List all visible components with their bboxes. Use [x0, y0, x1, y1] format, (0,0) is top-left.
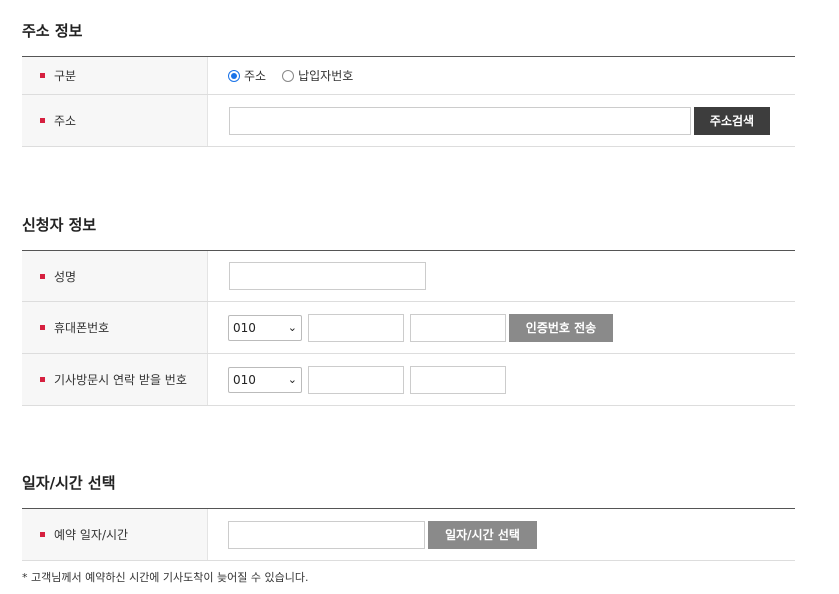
date-label: 예약 일자/시간: [22, 509, 208, 560]
type-options: 주소 납입자번호: [208, 57, 795, 94]
phone-last-input[interactable]: [410, 313, 506, 342]
radio-parcel[interactable]: 납입자번호: [282, 67, 353, 84]
type-label-text: 구분: [54, 69, 77, 83]
address-search-button[interactable]: 주소검색: [694, 106, 770, 135]
schedule-section-title: 일자/시간 선택: [22, 474, 116, 492]
phone-label: 휴대폰번호: [22, 302, 208, 353]
applicant-section-title: 신청자 정보: [22, 216, 97, 234]
phone-row: 휴대폰번호 010 ⌄ 인증번호 전송: [22, 302, 795, 354]
phone-body: 010 ⌄ 인증번호 전송: [208, 302, 795, 353]
address-form-table: 구분 주소 납입자번호 주소 주소검색: [22, 56, 795, 147]
select-date-time-button[interactable]: 일자/시간 선택: [428, 520, 537, 549]
address-label: 주소: [22, 95, 208, 146]
name-input[interactable]: [229, 262, 426, 290]
radio-parcel-label: 납입자번호: [298, 69, 354, 83]
radio-address[interactable]: 주소: [228, 67, 266, 84]
name-row: 성명: [22, 251, 795, 302]
phone-label-text: 휴대폰번호: [54, 321, 110, 335]
visit-phone-body: 010 ⌄: [208, 354, 795, 405]
date-body: 일자/시간 선택: [208, 509, 795, 560]
visit-phone-prefix-select[interactable]: 010 ⌄: [228, 366, 302, 393]
visit-phone-label: 기사방문시 연락 받을 번호: [22, 354, 208, 405]
name-body: [208, 251, 795, 301]
name-label-text: 성명: [54, 269, 77, 284]
visit-phone-last-input[interactable]: [410, 365, 506, 394]
radio-address-label: 주소: [244, 69, 267, 83]
address-section-title: 주소 정보: [22, 22, 83, 40]
bullet-icon: [40, 273, 45, 279]
address-input[interactable]: [229, 106, 691, 135]
bullet-icon: [40, 73, 45, 78]
phone-prefix-select[interactable]: 010 ⌄: [228, 314, 302, 341]
send-verification-button[interactable]: 인증번호 전송: [509, 313, 613, 342]
type-label: 구분: [22, 57, 208, 94]
address-body: 주소검색: [208, 95, 795, 146]
bullet-icon: [40, 377, 45, 382]
delay-notice: * 고객님께서 예약하신 시간에 기사도착이 늦어질 수 있습니다.: [22, 571, 309, 584]
bullet-icon: [40, 325, 45, 330]
visit-phone-prefix-value: 010: [233, 372, 256, 387]
address-label-text: 주소: [54, 114, 77, 128]
applicant-form-table: 성명 휴대폰번호 010 ⌄ 인증번호 전송 기사방문시 연락 받을 번호 01: [22, 250, 795, 406]
chevron-down-icon: ⌄: [287, 321, 297, 334]
type-row: 구분 주소 납입자번호: [22, 57, 795, 95]
bullet-icon: [40, 532, 45, 537]
date-label-text: 예약 일자/시간: [54, 528, 129, 542]
bullet-icon: [40, 118, 45, 123]
chevron-down-icon: ⌄: [287, 373, 297, 386]
radio-unchecked-icon[interactable]: [282, 69, 295, 82]
phone-middle-input[interactable]: [308, 313, 404, 342]
radio-checked-icon[interactable]: [228, 69, 240, 82]
schedule-form-table: 예약 일자/시간 일자/시간 선택: [22, 508, 795, 561]
date-row: 예약 일자/시간 일자/시간 선택: [22, 509, 795, 561]
visit-phone-middle-input[interactable]: [308, 365, 404, 394]
name-label: 성명: [22, 251, 208, 301]
phone-prefix-value: 010: [233, 320, 256, 335]
date-time-input[interactable]: [228, 520, 425, 549]
address-row: 주소 주소검색: [22, 95, 795, 147]
visit-phone-label-text: 기사방문시 연락 받을 번호: [54, 373, 187, 387]
visit-phone-row: 기사방문시 연락 받을 번호 010 ⌄: [22, 354, 795, 406]
